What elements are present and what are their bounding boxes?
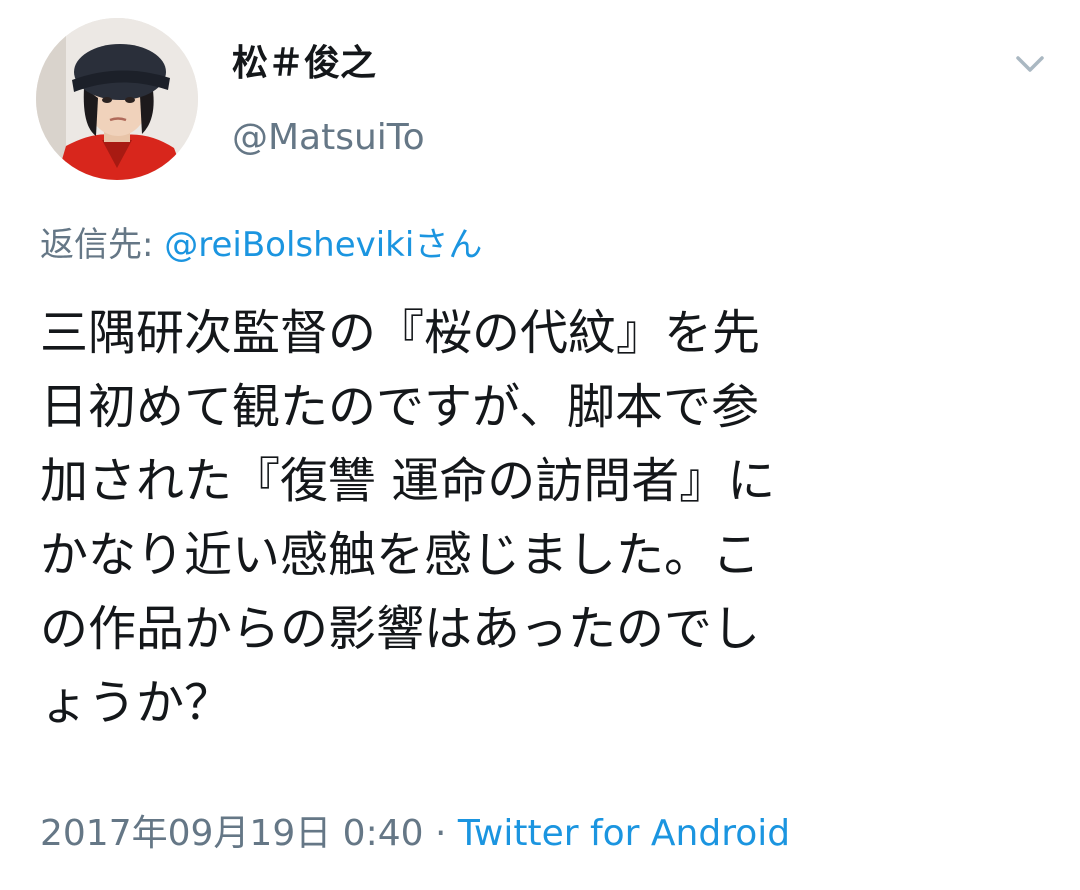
reply-to-line: 返信先: @reiBolshevikiさん xyxy=(40,221,482,269)
reply-mention-link[interactable]: @reiBolshevikiさん xyxy=(164,225,482,265)
user-handle[interactable]: @MatsuiTo xyxy=(232,114,425,162)
source-link[interactable]: Twitter for Android xyxy=(458,813,790,854)
timestamp[interactable]: 2017年09月19日 0:40 xyxy=(40,813,424,854)
reply-to-prefix: 返信先: xyxy=(40,225,165,265)
tweet-meta: 2017年09月19日 0:40 · Twitter for Android xyxy=(40,808,790,860)
tweet-card: 松＃俊之 @MatsuiTo 返信先: @reiBolshevikiさん 三隅研… xyxy=(0,0,1080,890)
display-name[interactable]: 松＃俊之 xyxy=(232,40,376,88)
chevron-down-icon[interactable] xyxy=(1010,46,1050,82)
profile-photo-icon xyxy=(36,18,198,180)
tweet-text: 三隅研次監督の『桜の代紋』を先 日初めて観たのですが、脚本で参 加された『復讐 … xyxy=(40,305,776,731)
meta-separator: · xyxy=(423,813,458,854)
avatar[interactable] xyxy=(36,18,198,180)
